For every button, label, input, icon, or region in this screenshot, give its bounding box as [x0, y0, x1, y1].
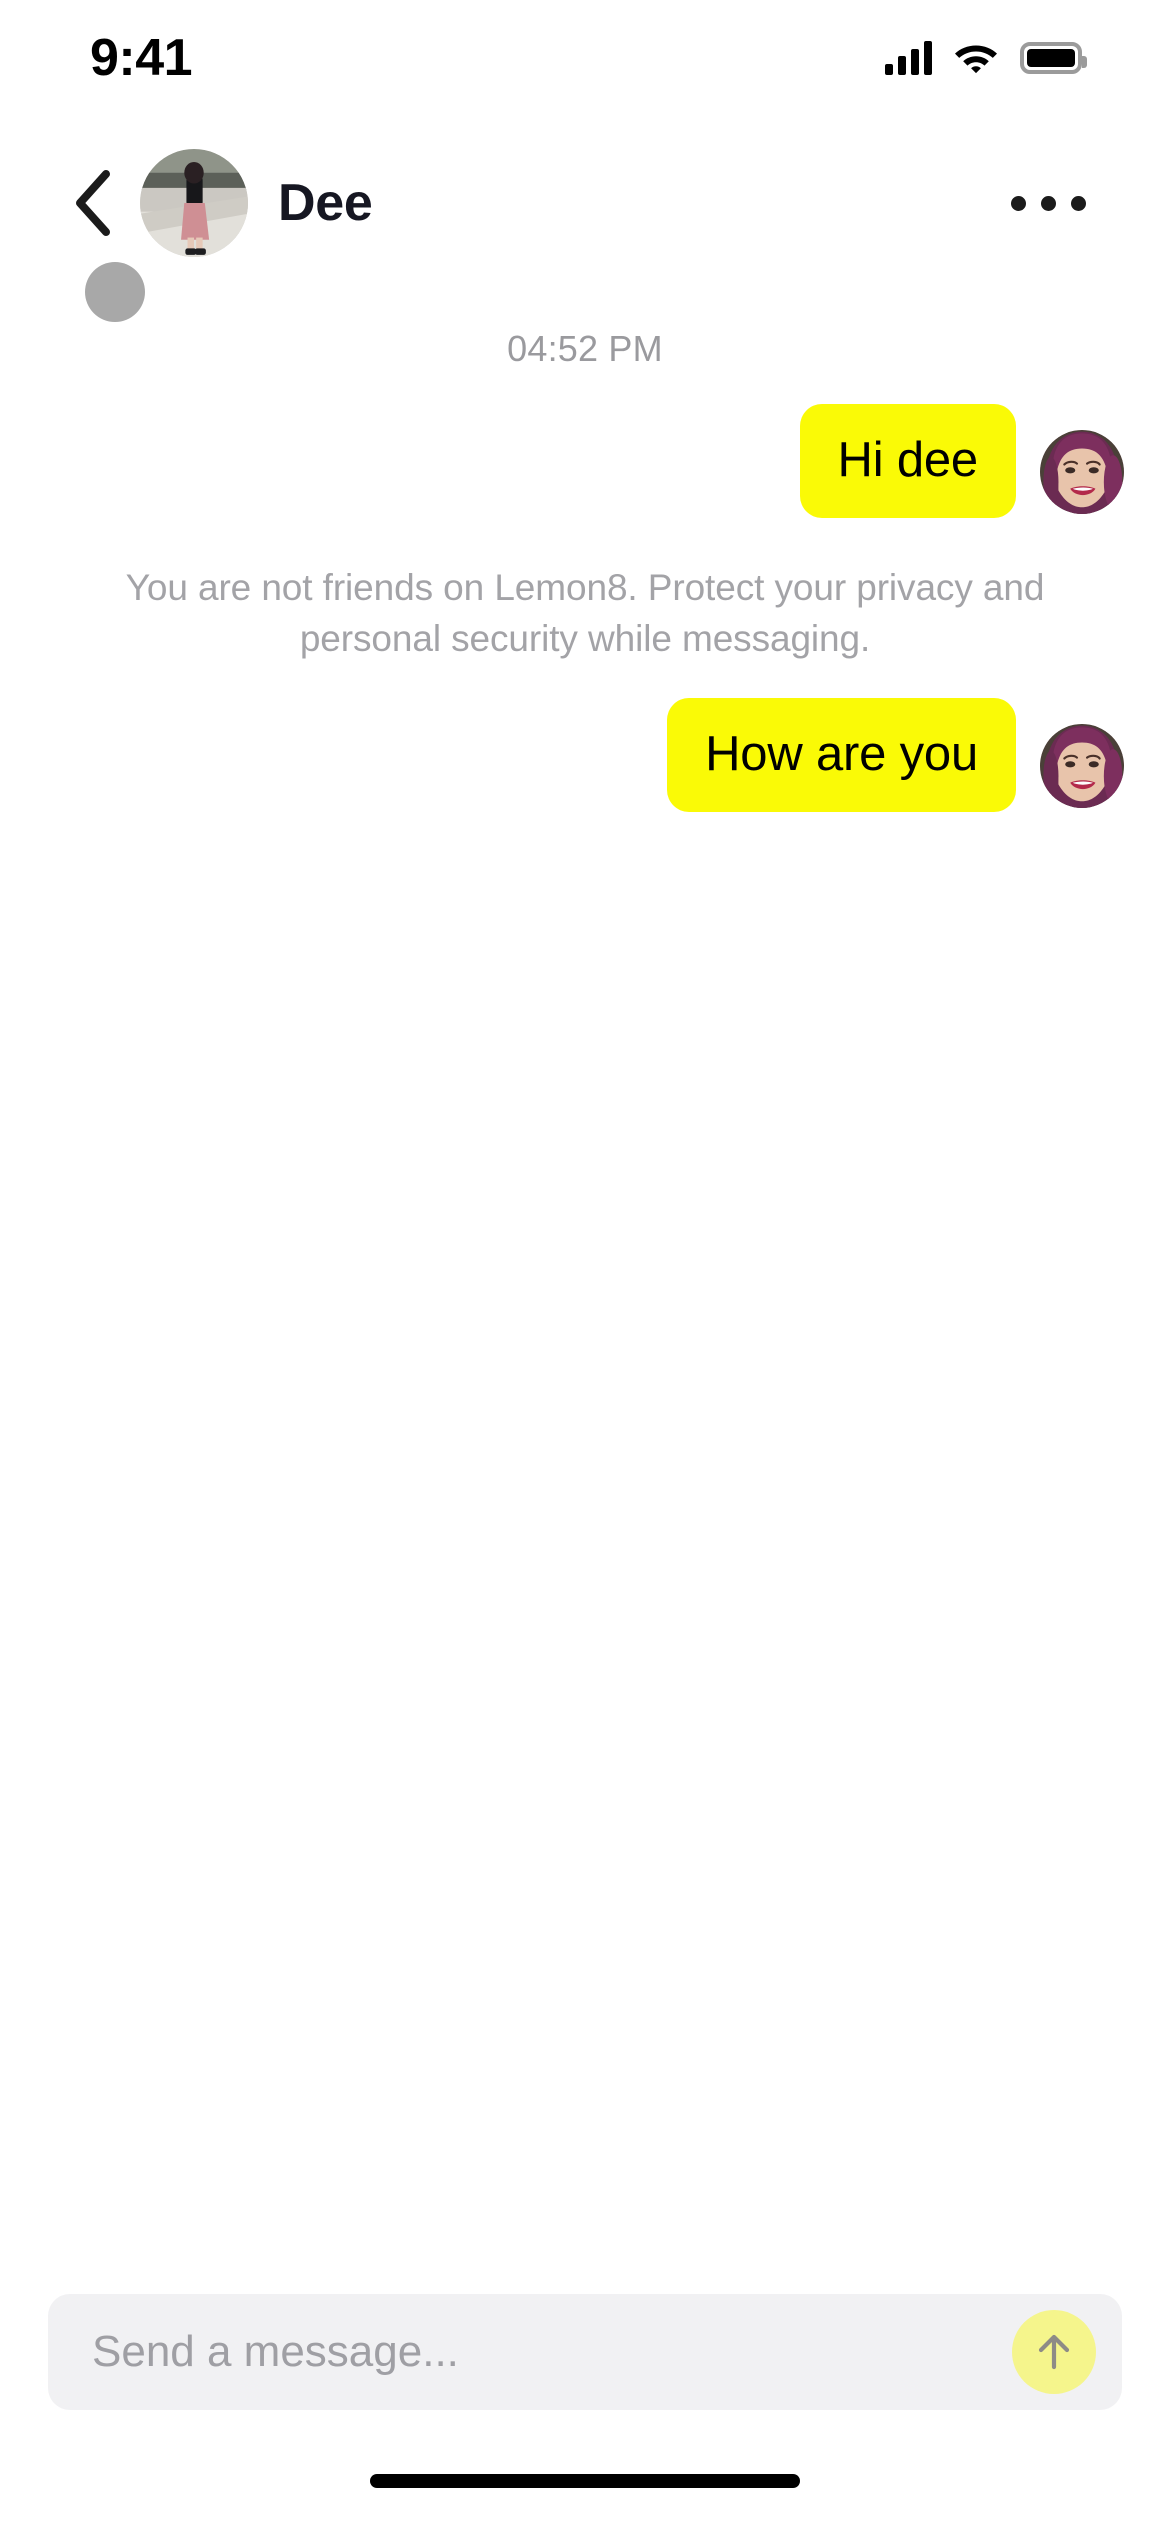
- sender-avatar-photo: [1040, 723, 1124, 808]
- chat-screen: 9:41 Dee 04:52 PM Hi dee You are not fri…: [0, 0, 1170, 2532]
- battery-full-icon: [1020, 41, 1087, 74]
- more-options-icon: [1011, 195, 1026, 211]
- sender-avatar[interactable]: [1040, 723, 1124, 808]
- contact-avatar-photo: [140, 149, 248, 257]
- message-row: How are you: [0, 697, 1170, 812]
- privacy-notice: You are not friends on Lemon8. Protect y…: [125, 566, 1045, 659]
- message-timestamp: 04:52 PM: [507, 328, 663, 369]
- message-list[interactable]: 04:52 PM Hi dee You are not friends on L…: [0, 300, 1170, 2260]
- back-button[interactable]: [60, 167, 124, 239]
- message-input[interactable]: [92, 2327, 1012, 2377]
- status-bar: 9:41: [0, 0, 1170, 105]
- chat-title: Dee: [278, 174, 373, 232]
- arrow-up-icon: [1038, 2334, 1070, 2370]
- cellular-signal-icon: [885, 40, 932, 75]
- message-row: Hi dee: [0, 404, 1170, 518]
- chat-header: Dee: [0, 148, 1170, 258]
- sender-avatar[interactable]: [1040, 429, 1124, 514]
- more-options-button[interactable]: [1005, 178, 1092, 229]
- status-bar-indicators: [885, 31, 1087, 75]
- status-bar-time: 9:41: [90, 28, 193, 87]
- send-button[interactable]: [1012, 2310, 1096, 2394]
- wifi-icon: [955, 45, 997, 73]
- home-indicator-bar: [370, 2474, 800, 2488]
- sender-avatar-photo: [1040, 429, 1124, 514]
- contact-avatar[interactable]: [140, 149, 248, 257]
- message-bubble[interactable]: Hi dee: [799, 404, 1016, 518]
- message-composer: [48, 2294, 1122, 2410]
- chevron-left-icon: [76, 170, 110, 236]
- message-bubble[interactable]: How are you: [667, 697, 1016, 812]
